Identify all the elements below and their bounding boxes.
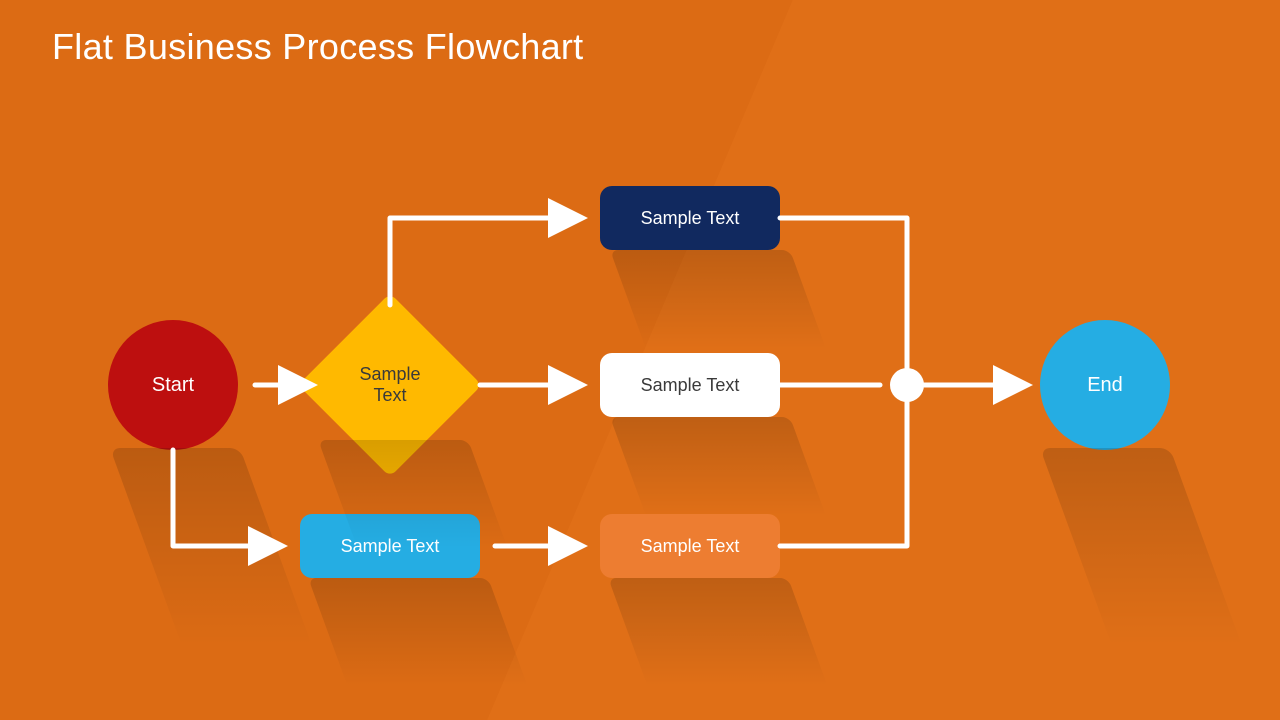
connectors: [0, 0, 1280, 720]
arrow-decision-to-top: [390, 218, 580, 305]
flowchart-stage: Start Sample Text Sample Text Sample Tex…: [0, 0, 1280, 720]
line-top-to-junction: [780, 218, 907, 368]
slide-title: Flat Business Process Flowchart: [52, 26, 583, 68]
arrow-start-to-blue: [173, 450, 280, 546]
line-bottom-to-junction: [780, 402, 907, 546]
